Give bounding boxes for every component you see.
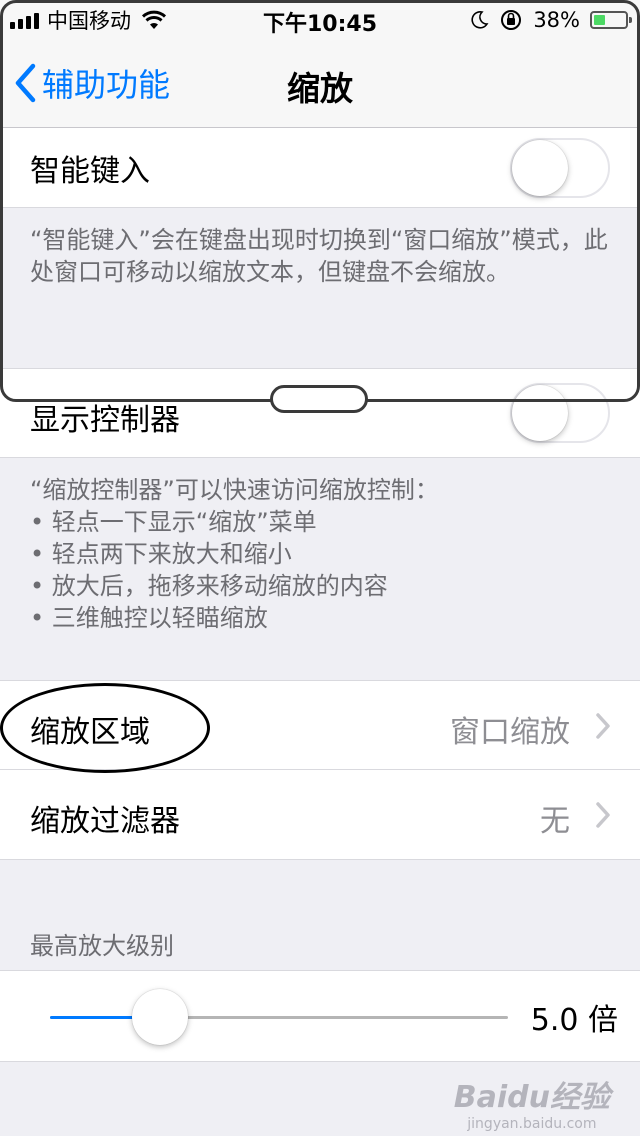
zoom-region-value: 窗口缩放 xyxy=(450,715,570,750)
footer-line: “缩放控制器”可以快速访问缩放控制： xyxy=(30,476,439,504)
chevron-right-icon xyxy=(596,713,610,739)
zoom-filter-value: 无 xyxy=(540,804,570,839)
max-zoom-slider-track[interactable] xyxy=(50,1016,508,1019)
chevron-right-icon xyxy=(596,802,610,828)
annotation-circle xyxy=(0,683,210,773)
max-zoom-value: 5.0 倍 xyxy=(530,1003,618,1038)
show-controller-footer: “缩放控制器”可以快速访问缩放控制： • 轻点一下显示“缩放”菜单 • 轻点两下… xyxy=(30,474,610,634)
watermark-logo: Baidu经验 xyxy=(453,1080,610,1115)
watermark-url: jingyan.baidu.com xyxy=(467,1116,597,1132)
zoom-filter-row[interactable]: 缩放过滤器 无 xyxy=(0,770,640,860)
max-zoom-slider-knob[interactable] xyxy=(131,989,188,1045)
zoom-window-handle[interactable] xyxy=(270,385,368,413)
zoom-filter-label: 缩放过滤器 xyxy=(30,804,180,839)
footer-line: • 轻点一下显示“缩放”菜单 xyxy=(30,508,317,536)
footer-line: • 轻点两下来放大和缩小 xyxy=(30,540,292,568)
max-zoom-header: 最高放大级别 xyxy=(30,932,174,960)
watermark: Baidu经验 jingyan.baidu.com xyxy=(454,1072,610,1132)
footer-line: • 三维触控以轻瞄缩放 xyxy=(30,604,268,632)
zoom-window-frame[interactable] xyxy=(0,0,640,402)
footer-line: • 放大后，拖移来移动缩放的内容 xyxy=(30,572,388,600)
